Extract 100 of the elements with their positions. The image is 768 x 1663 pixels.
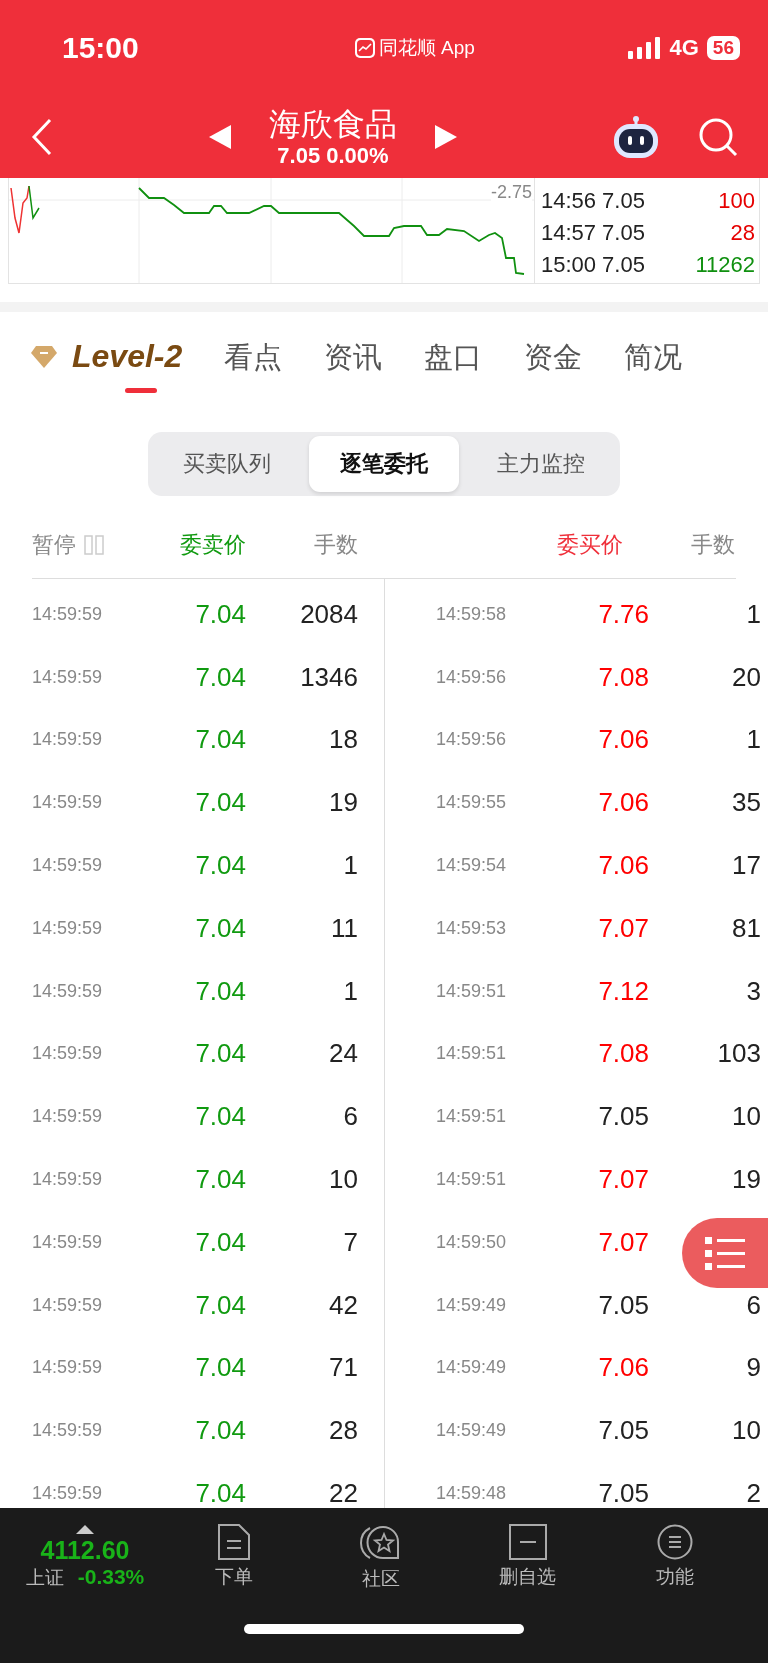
- order-quantity: 17: [731, 850, 761, 882]
- tab[interactable]: 看点: [224, 328, 289, 402]
- column-header: 手数: [313, 531, 358, 559]
- order-quantity: 6: [745, 1289, 761, 1321]
- order-price: 7.04: [194, 661, 246, 693]
- order-price: 7.04: [194, 1415, 246, 1447]
- order-time: 14:59:55: [436, 792, 508, 814]
- document-icon: [216, 1524, 251, 1560]
- selected-indicator: [125, 388, 158, 393]
- order-quantity: 19: [731, 1164, 761, 1196]
- order-time: 14:59:48: [436, 1483, 508, 1505]
- nav-button[interactable]: 社区: [330, 1523, 431, 1593]
- order-quantity: 22: [328, 1478, 358, 1508]
- tick-volume: 28: [730, 219, 755, 247]
- order-quantity: 1: [342, 850, 358, 882]
- search-icon[interactable]: [698, 117, 738, 157]
- order-time: 14:59:54: [436, 855, 508, 877]
- order-quantity: 6: [342, 1101, 358, 1133]
- order-time: 14:59:50: [436, 1231, 508, 1253]
- star-chat-icon: [359, 1524, 402, 1562]
- order-time: 14:59:59: [32, 1294, 104, 1316]
- list-menu-button[interactable]: [682, 1218, 768, 1288]
- tab[interactable]: 盘口: [424, 328, 489, 402]
- order-price: 7.04: [194, 598, 246, 630]
- order-price: 7.04: [194, 1478, 246, 1508]
- tab[interactable]: Level-2: [30, 328, 189, 399]
- order-time: 14:59:49: [436, 1420, 508, 1442]
- order-price: 7.04: [194, 1289, 246, 1321]
- order-price: 7.07: [597, 1164, 649, 1196]
- pause-icon: [84, 535, 104, 555]
- order-time: 14:59:56: [436, 666, 508, 688]
- tick-volume: 11262: [695, 251, 755, 279]
- order-quantity: 19: [328, 787, 358, 819]
- order-time: 14:59:59: [32, 792, 104, 814]
- order-price: 7.07: [597, 912, 649, 944]
- order-price: 7.05: [597, 1289, 649, 1321]
- order-quantity: 71: [328, 1352, 358, 1384]
- nav-button[interactable]: 下单: [183, 1523, 284, 1593]
- order-price: 7.06: [597, 787, 649, 819]
- tab[interactable]: 资讯: [324, 328, 389, 402]
- order-price: 7.06: [597, 724, 649, 756]
- previous-stock-icon[interactable]: [209, 125, 231, 149]
- index-name: 上证: [25, 1566, 64, 1590]
- back-to-app-link[interactable]: 同花顺 App: [378, 35, 475, 61]
- order-time: 14:59:59: [32, 1106, 104, 1128]
- back-icon[interactable]: [30, 117, 54, 157]
- pause-button[interactable]: 暂停: [32, 530, 76, 560]
- list-icon: [705, 1235, 745, 1271]
- order-price: 7.06: [597, 850, 649, 882]
- order-time: 14:59:59: [32, 603, 104, 625]
- order-price: 7.04: [194, 1038, 246, 1070]
- order-price: 7.04: [194, 912, 246, 944]
- order-price: 7.04: [194, 1164, 246, 1196]
- order-price: 7.06: [597, 1352, 649, 1384]
- column-header: 委买价: [556, 531, 623, 559]
- next-stock-icon[interactable]: [435, 125, 457, 149]
- index-value: 4112.60: [40, 1536, 130, 1565]
- order-price: 7.04: [194, 787, 246, 819]
- segment-tab[interactable]: 逐笔委托: [309, 436, 459, 492]
- tick-volume: 100: [718, 187, 755, 215]
- segment-tab[interactable]: 主力监控: [466, 436, 616, 492]
- diamond-icon: [30, 344, 58, 369]
- order-price: 7.04: [194, 724, 246, 756]
- order-time: 14:59:51: [436, 1106, 508, 1128]
- tab[interactable]: 简况: [624, 328, 689, 402]
- order-quantity: 2084: [299, 598, 358, 630]
- order-quantity: 18: [328, 724, 358, 756]
- order-price: 7.12: [597, 975, 649, 1007]
- nav-button[interactable]: 删自选: [477, 1523, 578, 1593]
- segment-tab[interactable]: 买卖队列: [152, 436, 302, 492]
- signal-icon: [627, 37, 662, 59]
- order-quantity: 10: [731, 1101, 761, 1133]
- axis-label: -2.75: [490, 182, 532, 203]
- order-quantity: 24: [328, 1038, 358, 1070]
- order-price: 7.04: [194, 975, 246, 1007]
- stock-price-change: 7.05 0.00%: [277, 143, 389, 169]
- tick-time: 15:00: [541, 251, 597, 279]
- order-price: 7.08: [597, 1038, 649, 1070]
- order-quantity: 1: [745, 724, 761, 756]
- order-price: 7.08: [597, 661, 649, 693]
- order-quantity: 20: [731, 661, 761, 693]
- order-quantity: 9: [745, 1352, 761, 1384]
- order-time: 14:59:59: [32, 1231, 104, 1253]
- tab[interactable]: 资金: [524, 328, 589, 402]
- order-quantity: 7: [342, 1226, 358, 1258]
- order-quantity: 81: [731, 912, 761, 944]
- up-arrow-icon: [76, 1525, 94, 1534]
- order-price: 7.07: [597, 1226, 649, 1258]
- order-time: 14:59:59: [32, 1169, 104, 1191]
- status-time: 15:00: [62, 31, 140, 65]
- order-quantity: 42: [328, 1289, 358, 1321]
- tick-price: 7.05: [602, 251, 645, 279]
- order-price: 7.05: [597, 1478, 649, 1508]
- order-time: 14:59:51: [436, 980, 508, 1002]
- index-change: -0.33%: [77, 1565, 145, 1589]
- app-logo-icon: [354, 38, 375, 58]
- nav-button[interactable]: 功能: [624, 1523, 725, 1593]
- order-time: 14:59:58: [436, 603, 508, 625]
- order-price: 7.04: [194, 1352, 246, 1384]
- robot-icon[interactable]: [612, 115, 660, 159]
